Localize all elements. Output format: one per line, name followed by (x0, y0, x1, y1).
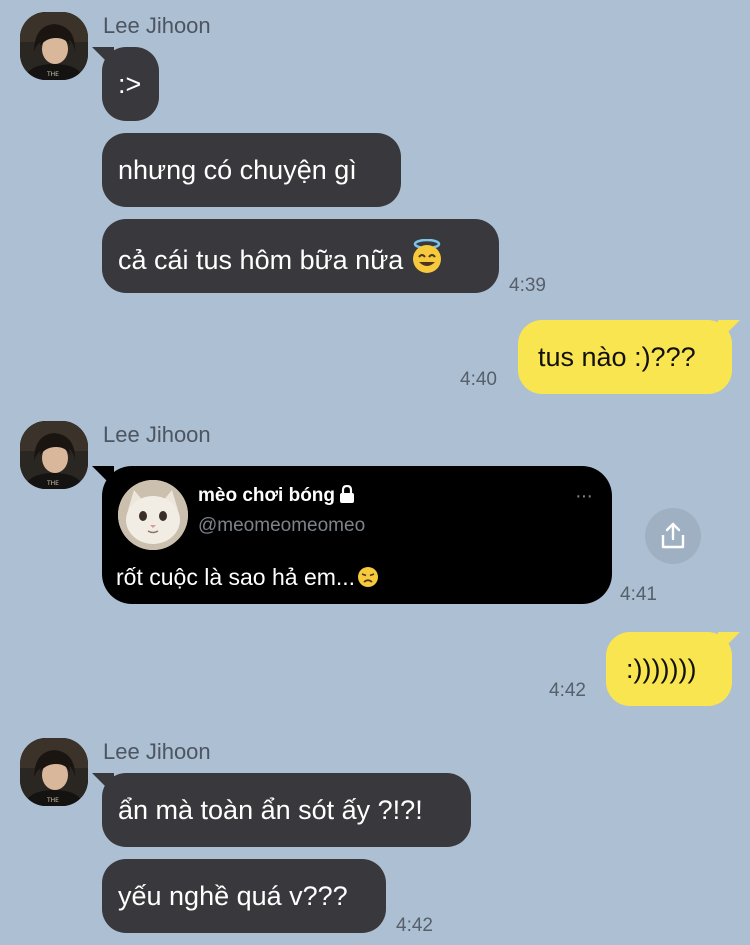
share-icon (661, 522, 685, 549)
lock-icon (339, 484, 355, 510)
message-text: nhưng có chuyện gì (118, 155, 357, 185)
sender-name: Lee Jihoon (103, 422, 211, 447)
post-text: rốt cuộc là sao hả em... (116, 563, 379, 594)
sender-name: Lee Jihoon (103, 739, 211, 764)
svg-text:THE: THE (46, 480, 59, 487)
shared-post-card[interactable]: mèo chơi bóng @meomeomeomeo ··· rốt cuộc… (92, 466, 612, 604)
message-time: 4:42 (549, 680, 586, 701)
more-options-icon[interactable]: ··· (575, 486, 593, 506)
message-time: 4:40 (460, 369, 497, 390)
message-text: cả cái tus hôm bữa nữa (118, 245, 404, 275)
svg-text:THE: THE (46, 71, 59, 78)
disappointed-face-emoji (357, 566, 379, 594)
halo-smile-emoji (409, 238, 445, 283)
message-bubble[interactable]: :> (92, 47, 159, 121)
message-text: ẩn mà toàn ẩn sót ấy ?!?! (118, 795, 423, 825)
message-time: 4:41 (620, 584, 657, 605)
post-account-name: mèo chơi bóng (198, 484, 355, 510)
message-text: :> (118, 69, 142, 99)
message-bubble-outgoing[interactable]: tus nào :)??? (518, 320, 740, 394)
message-time: 4:42 (396, 915, 433, 936)
message-bubble[interactable]: ẩn mà toàn ẩn sót ấy ?!?! (92, 773, 471, 847)
avatar[interactable]: THE (20, 12, 88, 80)
message-text: tus nào :)??? (538, 342, 696, 372)
message-bubble-outgoing[interactable]: :))))))) (606, 632, 740, 706)
avatar[interactable]: THE (20, 421, 88, 489)
post-avatar (118, 480, 188, 550)
message-bubble[interactable]: yếu nghề quá v??? (102, 859, 386, 933)
message-bubble[interactable]: nhưng có chuyện gì (102, 133, 401, 207)
avatar[interactable]: THE (20, 738, 88, 806)
post-handle: @meomeomeomeo (198, 515, 366, 536)
message-text: :))))))) (626, 654, 697, 684)
svg-text:THE: THE (46, 797, 59, 804)
share-button[interactable] (645, 508, 701, 564)
message-text: yếu nghề quá v??? (118, 881, 348, 911)
message-time: 4:39 (509, 275, 546, 296)
message-bubble[interactable]: cả cái tus hôm bữa nữa (102, 219, 499, 293)
sender-name: Lee Jihoon (103, 13, 211, 38)
